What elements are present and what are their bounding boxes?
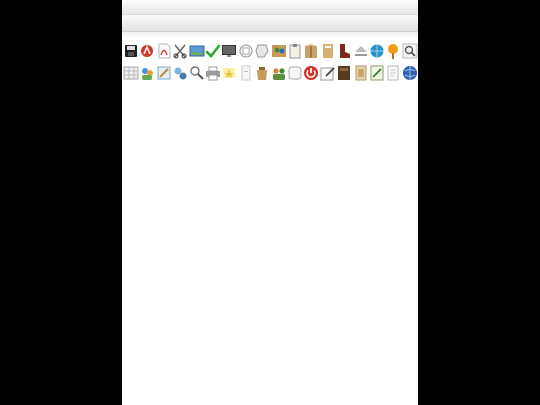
users-icon[interactable] [139, 65, 155, 81]
app-window [122, 0, 418, 405]
frame-icon[interactable] [287, 65, 303, 81]
boot-icon[interactable] [336, 43, 352, 59]
printer-icon-glyph [206, 66, 220, 81]
book-icon-glyph [338, 66, 350, 80]
package-icon[interactable] [303, 43, 319, 59]
edit-icon-glyph [320, 67, 335, 81]
clipboard-icon[interactable] [287, 43, 303, 59]
tools-icon-glyph [157, 66, 171, 80]
toolbar-row-2 [122, 63, 418, 85]
pdf-icon[interactable] [156, 43, 172, 59]
document-icon[interactable] [385, 65, 401, 81]
eject-icon[interactable] [353, 43, 369, 59]
gears-icon[interactable] [172, 65, 188, 81]
toolbar-row-1 [122, 41, 418, 63]
printer-icon[interactable] [205, 65, 221, 81]
pdf-icon-glyph [158, 43, 171, 59]
star-icon[interactable] [221, 65, 237, 81]
note-icon[interactable] [238, 65, 254, 81]
clipboard-icon-glyph [289, 44, 301, 59]
lollipop-icon[interactable] [385, 43, 401, 59]
table-icon-glyph [123, 66, 139, 80]
bag-icon-glyph [257, 67, 267, 80]
boot-icon-glyph [340, 44, 350, 58]
earth-icon-glyph [403, 66, 417, 80]
document-icon-glyph [387, 65, 399, 81]
globe-icon-glyph [370, 44, 384, 58]
power-icon-glyph [304, 66, 318, 80]
zoom-icon[interactable] [189, 65, 205, 81]
monitor-icon-glyph [222, 45, 236, 57]
earth-icon[interactable] [402, 65, 418, 81]
content-area [122, 86, 418, 405]
folder-icon[interactable] [353, 65, 369, 81]
menu-bar [122, 15, 418, 32]
monitor-icon[interactable] [221, 43, 237, 59]
group-icon[interactable] [271, 43, 287, 59]
power-icon[interactable] [303, 65, 319, 81]
cut-icon-glyph [173, 44, 187, 59]
save-icon-glyph [125, 45, 137, 57]
people-icon-glyph [273, 68, 285, 80]
users-icon-glyph [142, 68, 153, 80]
icon-toolbar [122, 39, 418, 85]
globe-icon[interactable] [369, 43, 385, 59]
check-icon[interactable] [205, 43, 221, 59]
tools-icon[interactable] [156, 65, 172, 81]
gears-icon-glyph [174, 67, 187, 80]
acrobat-icon-glyph [141, 45, 153, 57]
box-icon-glyph [323, 44, 333, 58]
search-icon-glyph [402, 43, 418, 59]
check-icon-glyph [205, 44, 221, 58]
star-icon-glyph [223, 68, 235, 78]
box-icon[interactable] [320, 43, 336, 59]
package-icon-glyph [305, 44, 317, 58]
note-icon-glyph [241, 65, 251, 81]
page-icon[interactable] [238, 43, 254, 59]
folder-icon-glyph [355, 65, 367, 81]
eject-icon-glyph [355, 46, 367, 56]
frame-icon-glyph [288, 66, 302, 80]
lollipop-icon-glyph [388, 44, 398, 59]
bag-icon[interactable] [254, 65, 270, 81]
stamp-icon-glyph [255, 44, 269, 58]
save-icon[interactable] [123, 43, 139, 59]
people-icon[interactable] [271, 65, 287, 81]
toolbar-separator [122, 32, 418, 38]
image-icon[interactable] [189, 43, 205, 59]
form-icon-glyph [370, 65, 384, 81]
acrobat-icon[interactable] [139, 43, 155, 59]
image-icon-glyph [189, 45, 205, 57]
book-icon[interactable] [336, 65, 352, 81]
table-icon[interactable] [123, 65, 139, 81]
search-icon[interactable] [402, 43, 418, 59]
edit-icon[interactable] [320, 65, 336, 81]
title-bar [122, 0, 418, 15]
stamp-icon[interactable] [254, 43, 270, 59]
page-icon-glyph [239, 44, 253, 58]
group-icon-glyph [272, 45, 286, 57]
zoom-icon-glyph [190, 66, 204, 80]
form-icon[interactable] [369, 65, 385, 81]
cut-icon[interactable] [172, 43, 188, 59]
